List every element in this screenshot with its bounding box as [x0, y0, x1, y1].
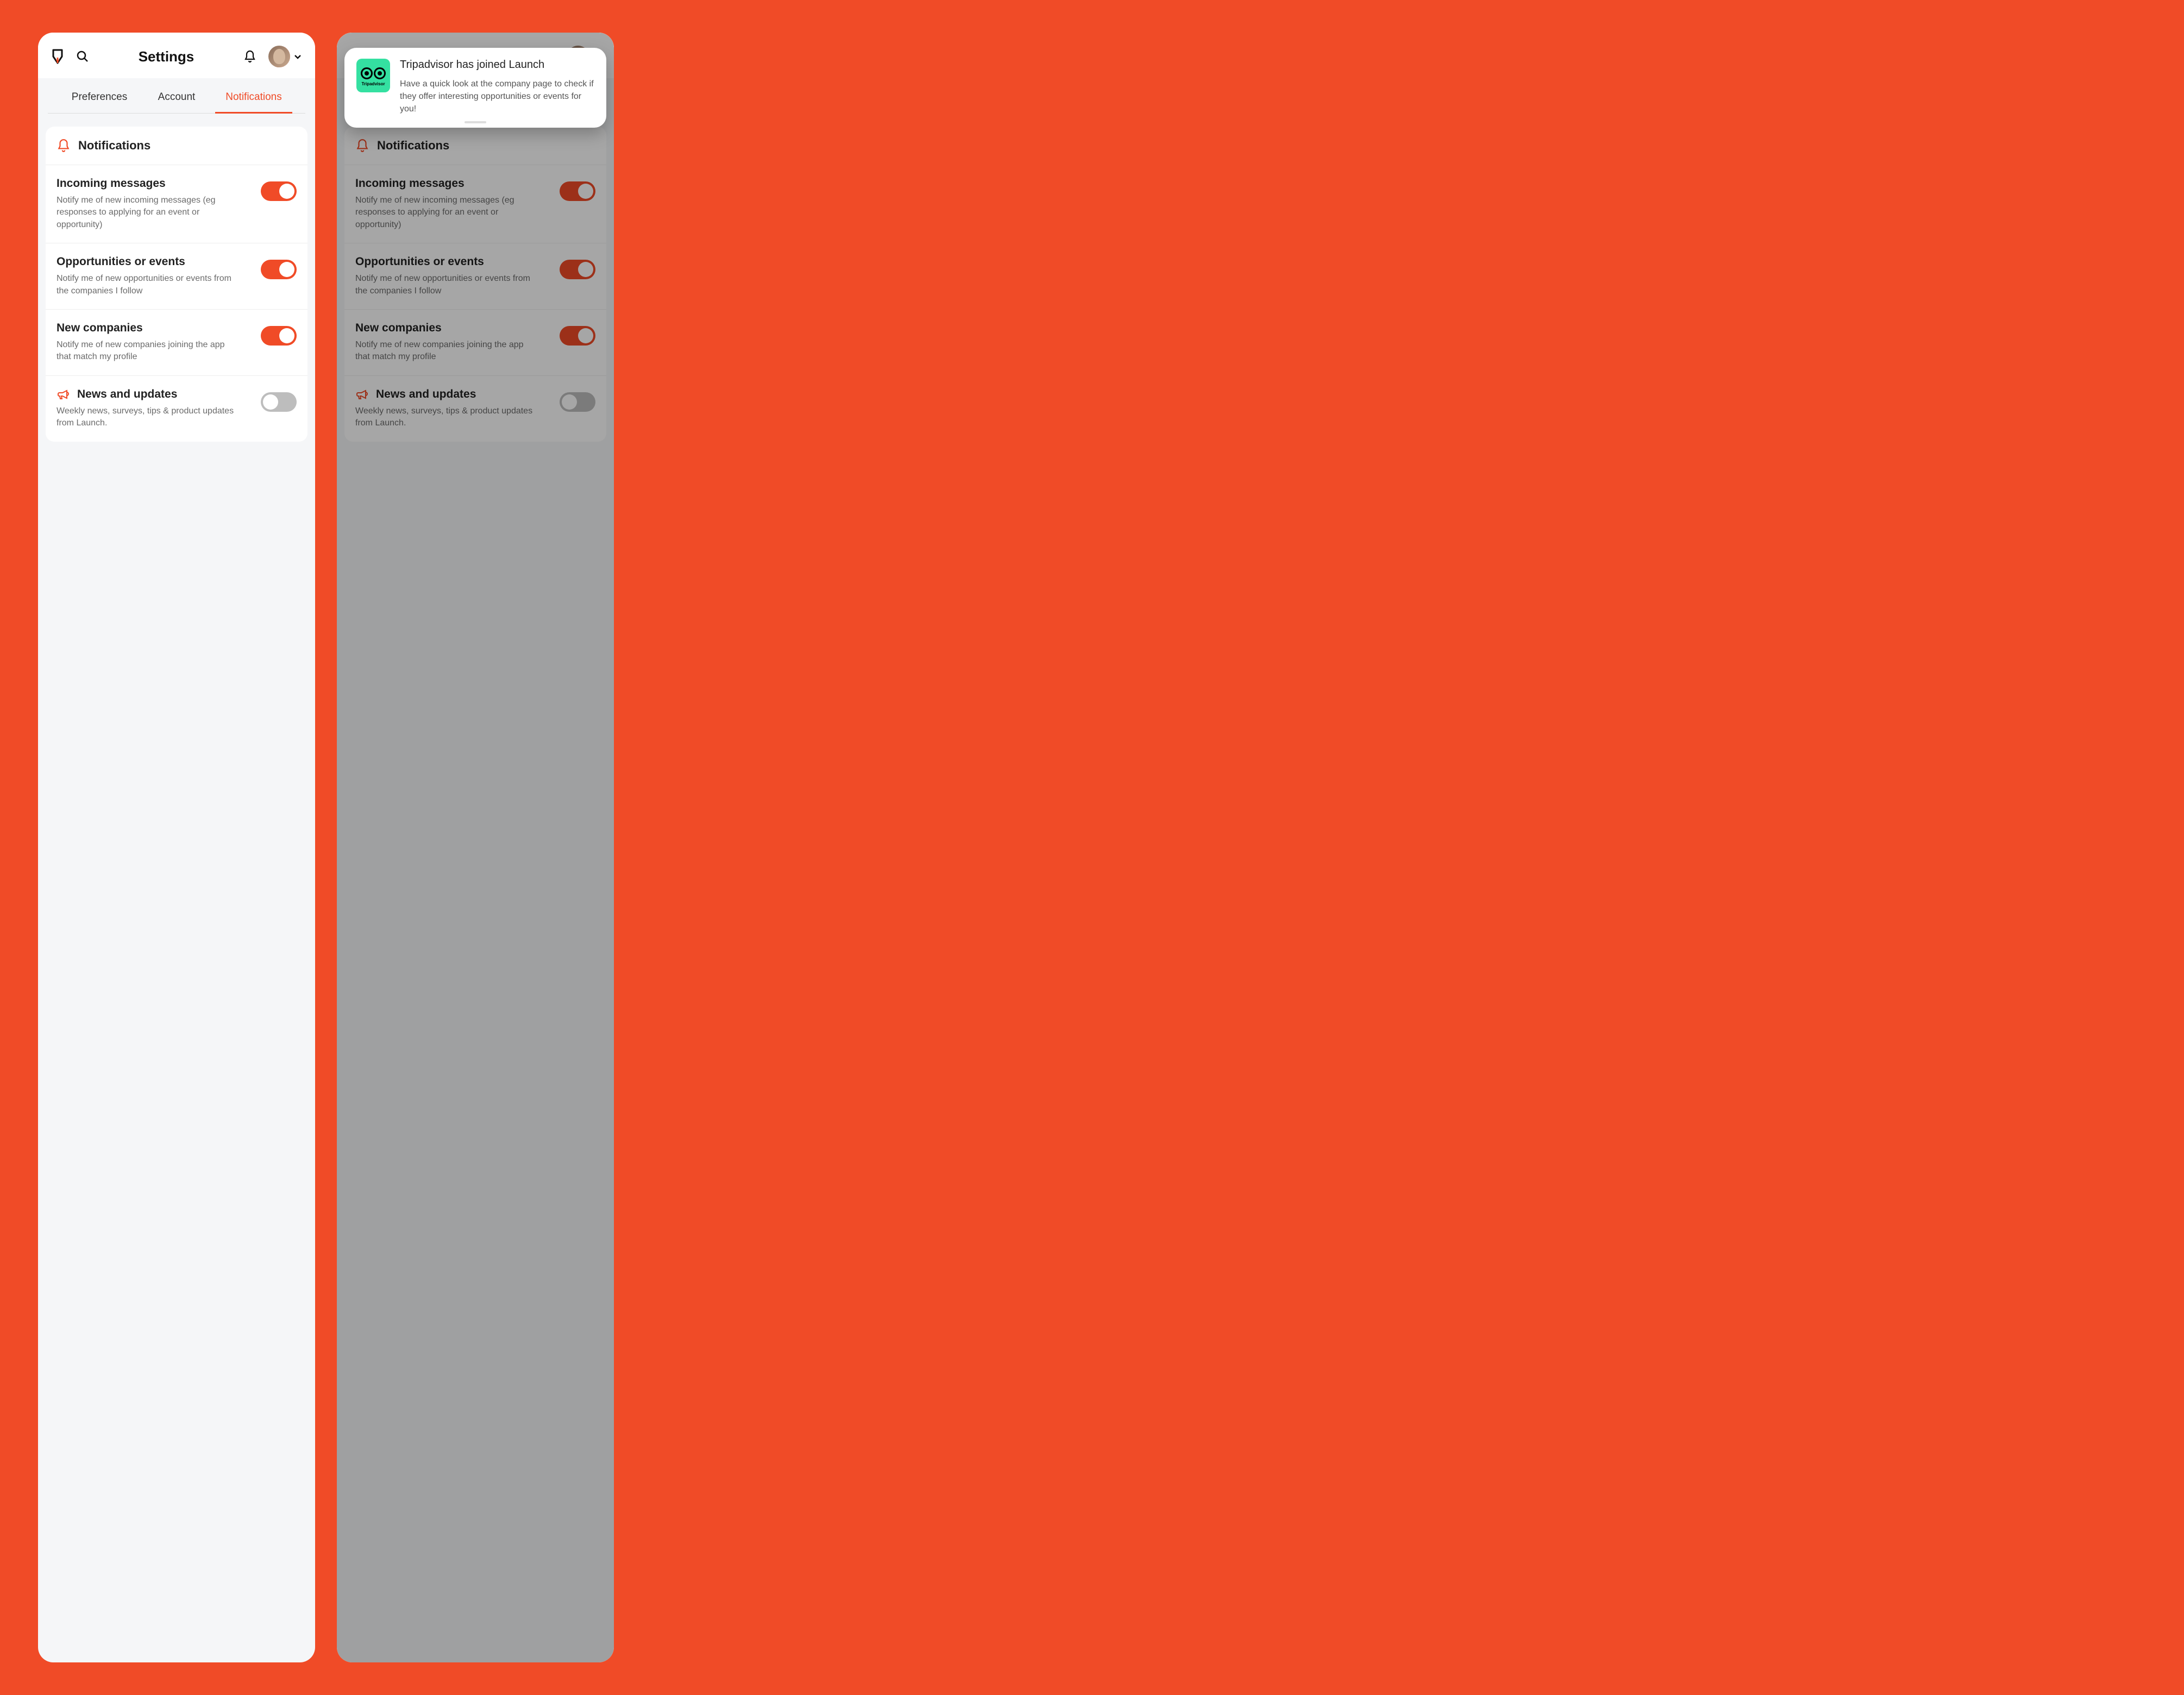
row-title: Incoming messages — [355, 177, 551, 190]
row-title: New companies — [355, 322, 551, 335]
row-desc: Weekly news, surveys, tips & product upd… — [57, 405, 236, 430]
row-desc: Notify me of new companies joining the a… — [355, 339, 535, 363]
row-new-companies: New companies Notify me of new companies… — [46, 310, 307, 376]
row-title: News and updates — [57, 388, 252, 401]
toggle-opportunities[interactable] — [560, 260, 595, 279]
toast-brand: Tripadvisor — [361, 81, 385, 86]
row-title-text: News and updates — [77, 388, 177, 401]
notifications-icon[interactable] — [242, 49, 258, 64]
toggle-opportunities[interactable] — [261, 260, 297, 279]
row-desc: Notify me of new companies joining the a… — [57, 339, 236, 363]
row-desc: Weekly news, surveys, tips & product upd… — [355, 405, 535, 430]
row-news-updates: News and updates Weekly news, surveys, t… — [344, 376, 606, 442]
row-title: Incoming messages — [57, 177, 252, 190]
chevron-down-icon — [293, 52, 302, 61]
row-incoming-messages: Incoming messages Notify me of new incom… — [46, 165, 307, 243]
megaphone-icon — [355, 388, 368, 401]
card-title: Notifications — [377, 139, 449, 153]
row-title: News and updates — [355, 388, 551, 401]
row-title: Opportunities or events — [355, 255, 551, 268]
row-opportunities: Opportunities or events Notify me of new… — [344, 243, 606, 310]
profile-menu[interactable] — [268, 46, 302, 67]
bell-icon — [57, 139, 71, 153]
search-icon[interactable] — [75, 49, 90, 64]
notifications-card: Notifications Incoming messages Notify m… — [344, 127, 606, 442]
tab-preferences[interactable]: Preferences — [61, 91, 138, 113]
tripadvisor-icon: Tripadvisor — [356, 59, 390, 92]
notification-toast[interactable]: Tripadvisor Tripadvisor has joined Launc… — [344, 48, 606, 128]
avatar — [268, 46, 290, 67]
toast-drag-handle[interactable] — [465, 121, 486, 123]
toggle-new-companies[interactable] — [261, 326, 297, 346]
toast-desc: Have a quick look at the company page to… — [400, 78, 594, 116]
toggle-news-updates[interactable] — [261, 392, 297, 412]
row-new-companies: New companies Notify me of new companies… — [344, 310, 606, 376]
row-desc: Notify me of new incoming messages (eg r… — [57, 194, 236, 231]
toggle-incoming-messages[interactable] — [560, 181, 595, 201]
app-logo-icon[interactable] — [51, 48, 64, 65]
row-title: Opportunities or events — [57, 255, 252, 268]
toggle-incoming-messages[interactable] — [261, 181, 297, 201]
card-header: Notifications — [46, 127, 307, 165]
phone-settings: Settings Preferences Account Notificatio… — [38, 33, 315, 1662]
app-header: Settings — [38, 33, 315, 78]
card-title: Notifications — [78, 139, 150, 153]
megaphone-icon — [57, 388, 70, 401]
tab-account[interactable]: Account — [138, 91, 215, 113]
toast-title: Tripadvisor has joined Launch — [400, 59, 594, 71]
row-incoming-messages: Incoming messages Notify me of new incom… — [344, 165, 606, 243]
toggle-news-updates[interactable] — [560, 392, 595, 412]
toggle-new-companies[interactable] — [560, 326, 595, 346]
row-title-text: News and updates — [376, 388, 476, 401]
row-news-updates: News and updates Weekly news, surveys, t… — [46, 376, 307, 442]
row-desc: Notify me of new incoming messages (eg r… — [355, 194, 535, 231]
card-header: Notifications — [344, 127, 606, 165]
page-title: Settings — [101, 48, 231, 65]
tabs: Preferences Account Notifications — [48, 78, 305, 114]
tab-notifications[interactable]: Notifications — [215, 91, 292, 113]
phone-settings-with-toast: Settings Preferences Account Notificatio… — [337, 33, 614, 1662]
row-desc: Notify me of new opportunities or events… — [355, 273, 535, 297]
row-title: New companies — [57, 322, 252, 335]
bell-icon — [355, 139, 369, 153]
row-desc: Notify me of new opportunities or events… — [57, 273, 236, 297]
row-opportunities: Opportunities or events Notify me of new… — [46, 243, 307, 310]
notifications-card: Notifications Incoming messages Notify m… — [46, 127, 307, 442]
